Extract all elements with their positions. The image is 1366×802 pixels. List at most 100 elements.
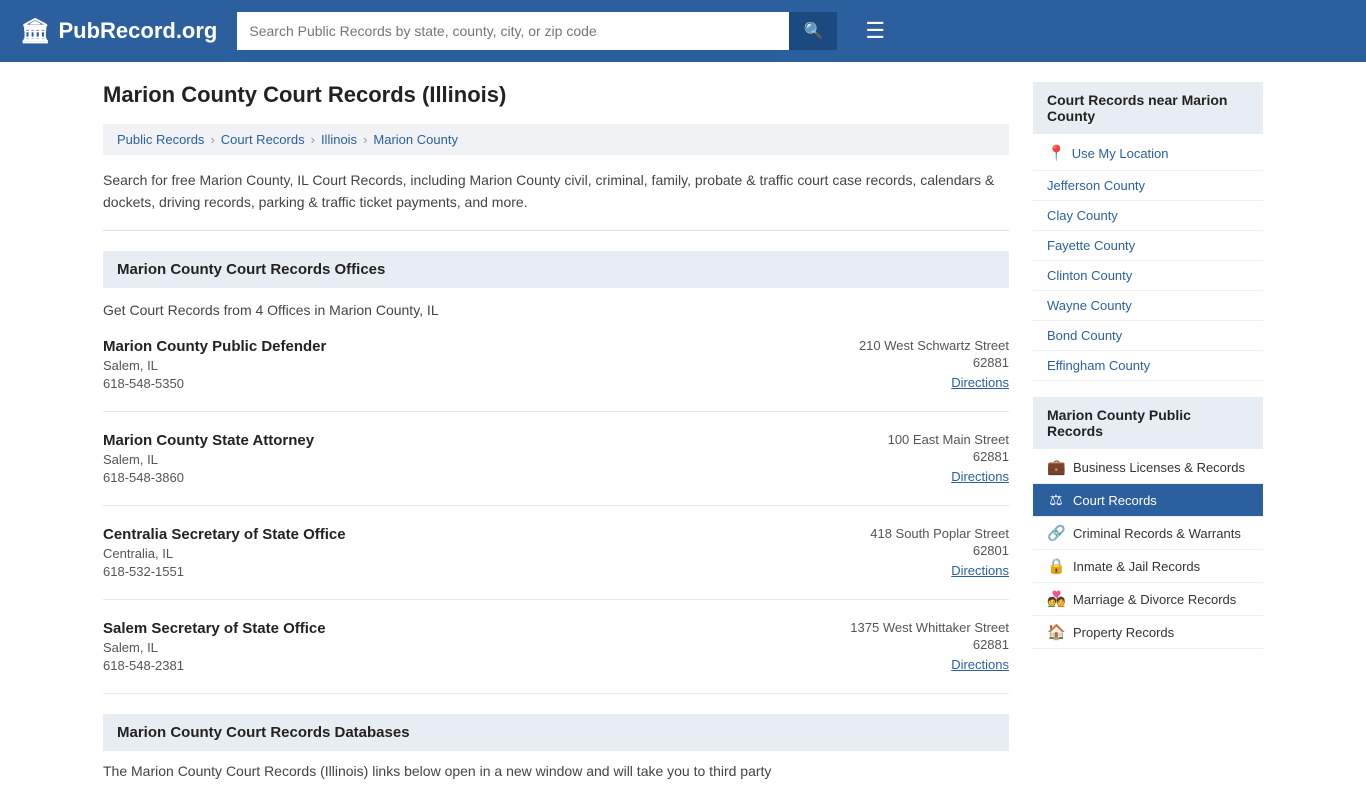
search-bar: 🔍 <box>237 12 837 50</box>
office-city: Salem, IL <box>103 640 809 655</box>
office-entry: Marion County Public Defender Salem, IL … <box>103 338 1009 412</box>
office-info: Marion County Public Defender Salem, IL … <box>103 338 809 391</box>
search-icon: 🔍 <box>803 23 823 40</box>
breadcrumb-sep-1: › <box>210 132 214 147</box>
record-type-icon: 💑 <box>1047 590 1065 608</box>
directions-link[interactable]: Directions <box>951 375 1009 390</box>
offices-list: Marion County Public Defender Salem, IL … <box>103 338 1009 694</box>
record-type-icon: ⚖ <box>1047 491 1065 509</box>
logo[interactable]: 🏛 PubRecord.org <box>20 17 217 46</box>
office-entry: Centralia Secretary of State Office Cent… <box>103 526 1009 600</box>
nearby-county-item: Clinton County <box>1033 261 1263 291</box>
office-phone: 618-548-3860 <box>103 470 809 485</box>
page-title: Marion County Court Records (Illinois) <box>103 82 1009 108</box>
offices-section-header: Marion County Court Records Offices <box>103 251 1009 288</box>
office-address: 1375 West Whittaker Street 62881 Directi… <box>809 620 1009 673</box>
office-street: 418 South Poplar Street <box>809 526 1009 541</box>
logo-text: PubRecord.org <box>58 18 217 44</box>
record-type-icon: 💼 <box>1047 458 1065 476</box>
office-entry: Salem Secretary of State Office Salem, I… <box>103 620 1009 694</box>
nearby-county-item: Clay County <box>1033 201 1263 231</box>
offices-count: Get Court Records from 4 Offices in Mari… <box>103 298 1009 322</box>
use-my-location[interactable]: 📍 Use My Location <box>1033 136 1263 171</box>
office-phone: 618-532-1551 <box>103 564 809 579</box>
public-records-link[interactable]: Marriage & Divorce Records <box>1073 592 1236 607</box>
hamburger-icon: ☰ <box>865 18 885 43</box>
record-type-icon: 🔒 <box>1047 557 1065 575</box>
office-info: Centralia Secretary of State Office Cent… <box>103 526 809 579</box>
office-info: Salem Secretary of State Office Salem, I… <box>103 620 809 673</box>
record-type-icon: 🔗 <box>1047 524 1065 542</box>
location-icon: 📍 <box>1047 144 1066 162</box>
office-name: Marion County State Attorney <box>103 432 809 449</box>
nearby-county-item: Bond County <box>1033 321 1263 351</box>
sidebar: Court Records near Marion County 📍 Use M… <box>1033 82 1263 782</box>
breadcrumb-court-records[interactable]: Court Records <box>221 132 305 147</box>
breadcrumb-sep-3: › <box>363 132 367 147</box>
office-entry: Marion County State Attorney Salem, IL 6… <box>103 432 1009 506</box>
logo-icon: 🏛 <box>20 17 50 46</box>
menu-button[interactable]: ☰ <box>865 18 885 44</box>
nearby-county-link[interactable]: Bond County <box>1047 328 1122 343</box>
office-address: 100 East Main Street 62881 Directions <box>809 432 1009 485</box>
directions-link[interactable]: Directions <box>951 563 1009 578</box>
office-phone: 618-548-2381 <box>103 658 809 673</box>
office-street: 1375 West Whittaker Street <box>809 620 1009 635</box>
public-records-link[interactable]: Criminal Records & Warrants <box>1073 526 1241 541</box>
search-button[interactable]: 🔍 <box>789 12 837 50</box>
nearby-county-link[interactable]: Jefferson County <box>1047 178 1145 193</box>
nearby-county-link[interactable]: Fayette County <box>1047 238 1135 253</box>
site-header: 🏛 PubRecord.org 🔍 ☰ <box>0 0 1366 62</box>
databases-description: The Marion County Court Records (Illinoi… <box>103 761 1009 782</box>
office-info: Marion County State Attorney Salem, IL 6… <box>103 432 809 485</box>
office-zip: 62881 <box>809 355 1009 370</box>
content-area: Marion County Court Records (Illinois) P… <box>103 82 1009 782</box>
office-street: 100 East Main Street <box>809 432 1009 447</box>
public-records-item[interactable]: 🏠 Property Records <box>1033 616 1263 649</box>
public-records-item[interactable]: 💼 Business Licenses & Records <box>1033 451 1263 484</box>
public-records-link[interactable]: Inmate & Jail Records <box>1073 559 1200 574</box>
office-phone: 618-548-5350 <box>103 376 809 391</box>
office-name: Marion County Public Defender <box>103 338 809 355</box>
office-address: 210 West Schwartz Street 62881 Direction… <box>809 338 1009 391</box>
office-street: 210 West Schwartz Street <box>809 338 1009 353</box>
nearby-county-link[interactable]: Effingham County <box>1047 358 1150 373</box>
public-records-section-title: Marion County Public Records <box>1033 397 1263 449</box>
record-type-icon: 🏠 <box>1047 623 1065 641</box>
public-records-list: 💼 Business Licenses & Records ⚖ Court Re… <box>1033 451 1263 649</box>
nearby-section-title: Court Records near Marion County <box>1033 82 1263 134</box>
public-records-link[interactable]: Property Records <box>1073 625 1174 640</box>
nearby-county-link[interactable]: Clay County <box>1047 208 1118 223</box>
public-records-item[interactable]: 🔒 Inmate & Jail Records <box>1033 550 1263 583</box>
nearby-county-item: Fayette County <box>1033 231 1263 261</box>
office-name: Salem Secretary of State Office <box>103 620 809 637</box>
nearby-county-item: Effingham County <box>1033 351 1263 381</box>
office-zip: 62801 <box>809 543 1009 558</box>
office-city: Salem, IL <box>103 358 809 373</box>
nearby-county-link[interactable]: Wayne County <box>1047 298 1132 313</box>
page-description: Search for free Marion County, IL Court … <box>103 169 1009 231</box>
public-records-item[interactable]: 🔗 Criminal Records & Warrants <box>1033 517 1263 550</box>
databases-section-header: Marion County Court Records Databases <box>103 714 1009 751</box>
nearby-county-item: Jefferson County <box>1033 171 1263 201</box>
office-city: Salem, IL <box>103 452 809 467</box>
breadcrumb-illinois[interactable]: Illinois <box>321 132 357 147</box>
breadcrumb-public-records[interactable]: Public Records <box>117 132 204 147</box>
office-city: Centralia, IL <box>103 546 809 561</box>
public-records-item[interactable]: 💑 Marriage & Divorce Records <box>1033 583 1263 616</box>
main-container: Marion County Court Records (Illinois) P… <box>83 62 1283 802</box>
breadcrumb: Public Records › Court Records › Illinoi… <box>103 124 1009 155</box>
nearby-county-item: Wayne County <box>1033 291 1263 321</box>
nearby-county-link[interactable]: Clinton County <box>1047 268 1132 283</box>
breadcrumb-marion-county[interactable]: Marion County <box>373 132 458 147</box>
public-records-item[interactable]: ⚖ Court Records <box>1033 484 1263 517</box>
search-input[interactable] <box>237 12 789 50</box>
public-records-link[interactable]: Court Records <box>1073 493 1157 508</box>
public-records-link[interactable]: Business Licenses & Records <box>1073 460 1245 475</box>
office-address: 418 South Poplar Street 62801 Directions <box>809 526 1009 579</box>
directions-link[interactable]: Directions <box>951 469 1009 484</box>
directions-link[interactable]: Directions <box>951 657 1009 672</box>
nearby-counties-list: Jefferson County Clay County Fayette Count… <box>1033 171 1263 381</box>
office-name: Centralia Secretary of State Office <box>103 526 809 543</box>
office-zip: 62881 <box>809 449 1009 464</box>
